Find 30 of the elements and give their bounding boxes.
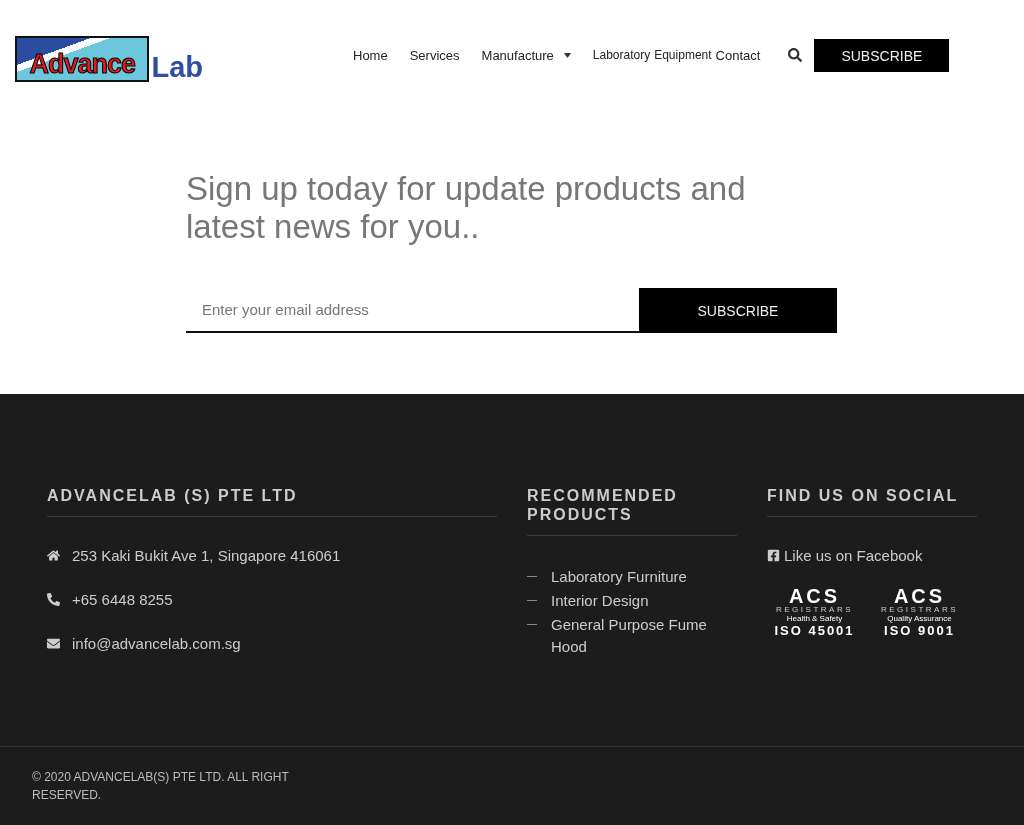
nav-link[interactable]: Contact [715, 47, 761, 63]
product-link[interactable]: Laboratory Furniture [551, 566, 687, 588]
nav-link[interactable]: Services [409, 47, 460, 63]
contact-text: 253 Kaki Bukit Ave 1, Singapore 416061 [72, 547, 341, 564]
phone-icon [47, 593, 60, 606]
facebook-link[interactable]: Like us on Facebook [767, 547, 977, 564]
caret-icon [563, 52, 571, 58]
envelope-icon [47, 637, 60, 650]
certification-logo: ACS REGISTRARS Health & Safety ISO 45001 [773, 586, 856, 637]
footer-heading: FIND US ON SOCIAL [767, 486, 977, 517]
logo-text: Advance [29, 51, 135, 78]
product-link[interactable]: Interior Design [551, 590, 649, 612]
logo-text: Lab [151, 53, 203, 82]
subscribe-button[interactable]: SUBSCRIBE [639, 288, 837, 333]
copyright-text: © 2020 ADVANCELAB(S) PTE LTD. ALL RIGHT RESERVED. [32, 769, 290, 804]
search-icon[interactable] [788, 48, 803, 62]
footer-heading: RECOMMENDED PRODUCTS [527, 486, 737, 536]
contact-text: +65 6448 8255 [72, 591, 173, 608]
footer-heading: ADVANCELAB (S) PTE LTD [47, 486, 497, 517]
product-link[interactable]: General Purpose Fume Hood [551, 614, 737, 658]
nav-link[interactable]: Equipment [654, 48, 712, 62]
certification-logo: ACS REGISTRARS Quality Assurance ISO 9001 [880, 586, 959, 637]
facebook-icon [767, 549, 780, 562]
contact-text: info@advancelab.com.sg [72, 635, 241, 652]
subscribe-button[interactable]: SUBSCRIBE [814, 39, 950, 72]
nav-link[interactable]: Laboratory [592, 48, 651, 62]
home-icon [47, 549, 60, 562]
nav-link[interactable]: Home [353, 47, 388, 63]
signup-heading: Sign up today for update products and latest news for you.. [186, 170, 747, 246]
nav-link[interactable]: Manufacture [481, 47, 571, 63]
